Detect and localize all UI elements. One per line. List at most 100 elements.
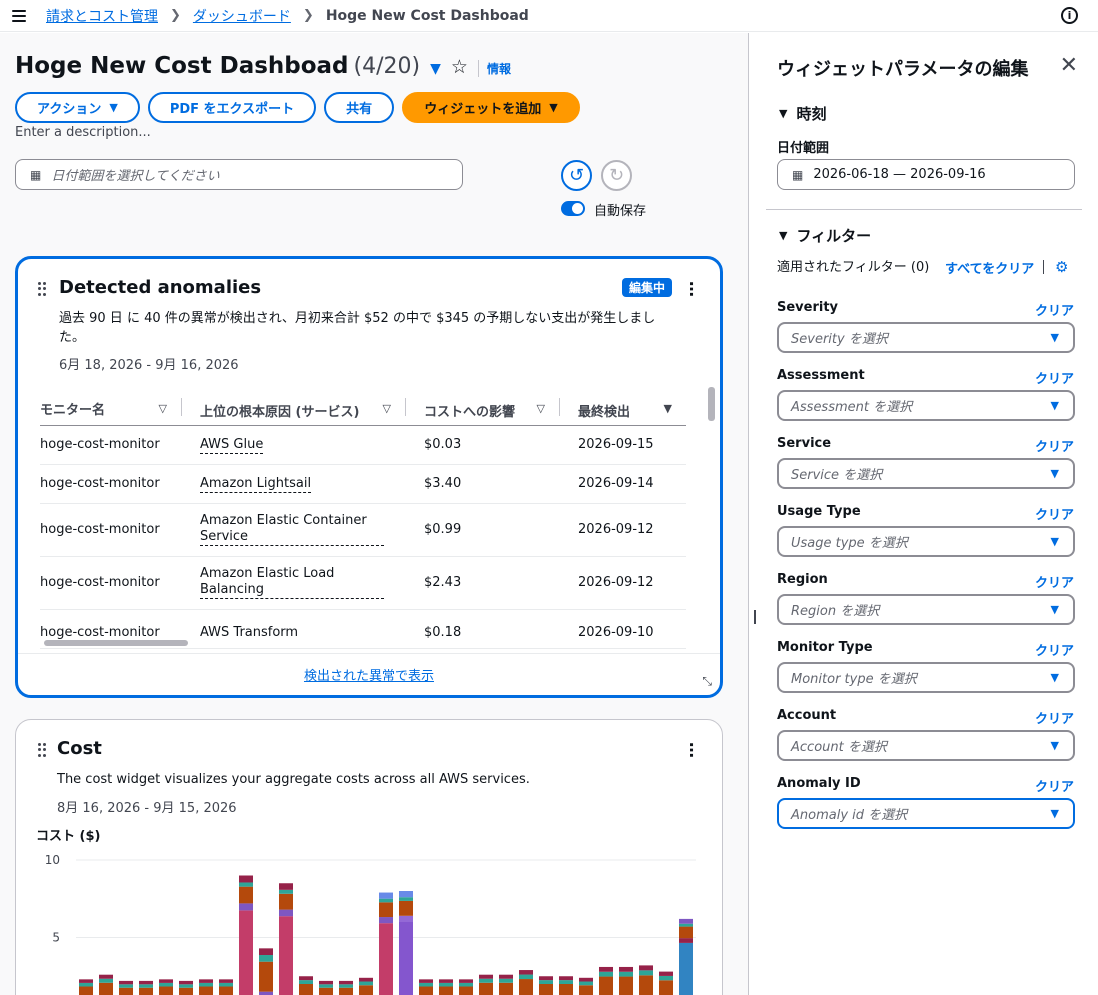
filter-select[interactable]: Service を選択 ▼ <box>777 458 1075 489</box>
column-header-cost-impact[interactable]: コストへの影響 ▽ <box>405 393 559 426</box>
bar-segment[interactable] <box>479 978 493 983</box>
resize-handle-icon[interactable]: ⤡ <box>702 674 712 689</box>
bar-segment[interactable] <box>479 974 493 979</box>
bar-segment[interactable] <box>479 982 493 995</box>
actions-button[interactable]: アクション ▼ <box>15 92 140 123</box>
bar-segment[interactable] <box>339 980 353 985</box>
gear-icon[interactable]: ⚙ <box>1055 258 1068 276</box>
bar-segment[interactable] <box>559 980 573 984</box>
clear-filter-link[interactable]: クリア <box>1035 368 1074 387</box>
bar-segment[interactable] <box>619 971 633 977</box>
clear-filter-link[interactable]: クリア <box>1035 776 1074 795</box>
drag-handle-icon[interactable] <box>38 282 46 296</box>
filter-select[interactable]: Anomaly id を選択 ▼ <box>777 798 1075 829</box>
bar-segment[interactable] <box>679 942 693 995</box>
bar-segment[interactable] <box>439 982 453 987</box>
bar-segment[interactable] <box>139 987 153 995</box>
bar-segment[interactable] <box>199 979 213 983</box>
service-link[interactable]: Amazon Elastic Container Service <box>200 513 384 546</box>
bar-segment[interactable] <box>359 985 373 995</box>
breadcrumb-dashboards[interactable]: ダッシュボード <box>193 6 291 26</box>
close-icon[interactable]: ✕ <box>1060 53 1078 78</box>
bar-segment[interactable] <box>99 974 113 979</box>
filter-select[interactable]: Region を選択 ▼ <box>777 594 1075 625</box>
bar-segment[interactable] <box>639 965 653 971</box>
bar-segment[interactable] <box>419 982 433 987</box>
horizontal-scrollbar[interactable] <box>44 640 188 646</box>
bar-segment[interactable] <box>279 916 293 995</box>
bar-segment[interactable] <box>159 979 173 983</box>
bar-segment[interactable] <box>379 923 393 995</box>
date-range-field[interactable]: ▦ 2026-06-18 — 2026-09-16 <box>777 159 1075 190</box>
autosave-toggle[interactable] <box>561 201 585 216</box>
dashboard-description[interactable]: Enter a description... <box>15 125 151 140</box>
bar-segment[interactable] <box>599 966 613 972</box>
bar-segment[interactable] <box>559 984 573 995</box>
bar-segment[interactable] <box>639 970 653 976</box>
bar-segment[interactable] <box>619 966 633 972</box>
bar-segment[interactable] <box>579 981 593 986</box>
bar-segment[interactable] <box>379 902 393 918</box>
info-icon[interactable]: i <box>1061 7 1078 24</box>
view-anomalies-link[interactable]: 検出された異常で表示 <box>18 665 720 684</box>
bar-segment[interactable] <box>539 980 553 984</box>
bar-segment[interactable] <box>279 889 293 894</box>
more-options-icon[interactable]: … <box>686 281 705 295</box>
bar-segment[interactable] <box>219 982 233 987</box>
clear-filter-link[interactable]: クリア <box>1035 640 1074 659</box>
panel-resize-handle[interactable] <box>754 610 756 624</box>
bar-segment[interactable] <box>579 977 593 982</box>
bar-segment[interactable] <box>459 979 473 983</box>
bar-segment[interactable] <box>79 979 93 983</box>
bar-segment[interactable] <box>99 982 113 995</box>
drag-handle-icon[interactable] <box>38 743 46 757</box>
filter-select[interactable]: Account を選択 ▼ <box>777 730 1075 761</box>
star-icon[interactable]: ☆ <box>451 56 468 78</box>
service-link[interactable]: Amazon Elastic Load Balancing <box>200 566 384 599</box>
bar-segment[interactable] <box>679 938 693 943</box>
bar-segment[interactable] <box>679 926 693 939</box>
bar-segment[interactable] <box>79 986 93 995</box>
bar-segment[interactable] <box>419 986 433 995</box>
clear-filter-link[interactable]: クリア <box>1035 572 1074 591</box>
bar-segment[interactable] <box>339 984 353 988</box>
bar-segment[interactable] <box>139 980 153 985</box>
caret-down-icon[interactable]: ▼ <box>430 61 441 77</box>
clear-filter-link[interactable]: クリア <box>1035 436 1074 455</box>
menu-icon[interactable] <box>12 9 26 22</box>
bar-segment[interactable] <box>379 892 393 899</box>
bar-segment[interactable] <box>359 977 373 982</box>
bar-segment[interactable] <box>299 984 313 995</box>
bar-segment[interactable] <box>179 980 193 985</box>
service-link[interactable]: Amazon Lightsail <box>200 476 312 493</box>
redo-button[interactable]: ↻ <box>601 160 632 191</box>
bar-segment[interactable] <box>379 898 393 903</box>
date-range-input[interactable]: ▦ 日付範囲を選択してください <box>15 159 463 190</box>
bar-segment[interactable] <box>519 974 533 980</box>
bar-segment[interactable] <box>259 955 273 962</box>
filter-select[interactable]: Monitor type を選択 ▼ <box>777 662 1075 693</box>
filter-select[interactable]: Usage type を選択 ▼ <box>777 526 1075 557</box>
clear-filter-link[interactable]: クリア <box>1035 504 1074 523</box>
bar-segment[interactable] <box>119 980 133 985</box>
bar-segment[interactable] <box>319 987 333 995</box>
bar-segment[interactable] <box>499 974 513 979</box>
bar-segment[interactable] <box>659 980 673 995</box>
bar-segment[interactable] <box>459 982 473 987</box>
bar-segment[interactable] <box>399 900 413 916</box>
clear-filter-link[interactable]: クリア <box>1035 708 1074 727</box>
bar-segment[interactable] <box>399 915 413 922</box>
bar-segment[interactable] <box>99 978 113 983</box>
bar-segment[interactable] <box>279 883 293 890</box>
bar-segment[interactable] <box>519 979 533 995</box>
clear-filter-link[interactable]: クリア <box>1035 300 1074 319</box>
bar-segment[interactable] <box>239 910 253 995</box>
bar-segment[interactable] <box>679 923 693 927</box>
bar-segment[interactable] <box>299 976 313 981</box>
bar-segment[interactable] <box>239 882 253 887</box>
breadcrumb-billing[interactable]: 請求とコスト管理 <box>46 6 158 26</box>
bar-segment[interactable] <box>199 986 213 995</box>
bar-segment[interactable] <box>439 986 453 995</box>
vertical-scrollbar[interactable] <box>708 387 715 421</box>
bar-segment[interactable] <box>139 984 153 988</box>
